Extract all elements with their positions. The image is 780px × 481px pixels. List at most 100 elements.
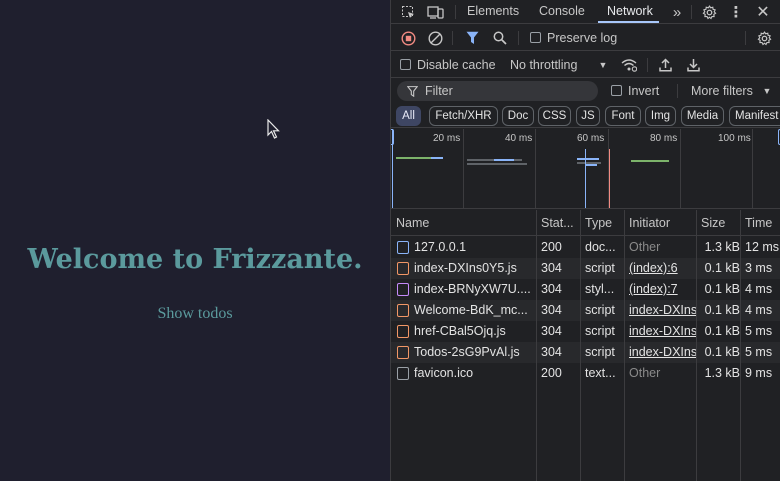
inspect-element-icon[interactable] [399, 3, 417, 21]
column-divider[interactable] [624, 210, 625, 481]
column-divider[interactable] [740, 210, 741, 481]
table-row[interactable]: Welcome-BdK_mc... 304 script index-DXIns 0.1… [391, 300, 780, 321]
network-overview-timeline[interactable]: 20 ms 40 ms 60 ms 80 ms 100 ms [391, 129, 780, 209]
waterfall-bar [577, 158, 599, 160]
divider [677, 84, 678, 98]
column-divider[interactable] [696, 210, 697, 481]
divider [452, 31, 453, 45]
cell-time: 12 ms [745, 240, 780, 254]
overview-gridline [463, 129, 464, 208]
column-status[interactable]: Stat... [541, 216, 574, 230]
tab-console[interactable]: Console [539, 4, 585, 18]
chevron-down-icon[interactable]: ▼ [761, 83, 773, 99]
search-icon[interactable] [491, 29, 509, 47]
cell-status: 304 [541, 282, 562, 296]
table-row[interactable]: favicon.ico 200 text... Other 1.3 kB 9 ms [391, 363, 780, 384]
cell-size: 0.1 kB [704, 324, 740, 338]
resource-type-filters: All Fetch/XHR Doc CSS JS Font Img Media … [391, 104, 780, 128]
chip-fetch-xhr[interactable]: Fetch/XHR [429, 106, 498, 126]
waterfall-bar [396, 157, 431, 159]
chip-doc[interactable]: Doc [502, 106, 534, 126]
column-divider[interactable] [536, 210, 537, 481]
table-row[interactable]: index-DXIns0Y5.js 304 script (index):6 0.1 k… [391, 258, 780, 279]
invert-checkbox[interactable] [611, 85, 622, 96]
tab-elements[interactable]: Elements [467, 4, 519, 18]
cell-name: href-CBal5Ojq.js [414, 324, 506, 338]
chip-all[interactable]: All [396, 106, 421, 126]
tab-network[interactable]: Network [607, 4, 653, 18]
chip-manifest[interactable]: Manifest [729, 106, 780, 126]
filter-funnel-icon[interactable] [463, 29, 481, 47]
export-har-download-icon[interactable] [684, 56, 702, 74]
script-file-icon [397, 304, 409, 317]
chip-js[interactable]: JS [576, 106, 600, 126]
more-options-icon[interactable]: ⋮ [729, 3, 744, 21]
cell-name: index-DXIns0Y5.js [414, 261, 517, 275]
column-time[interactable]: Time [745, 216, 772, 230]
disable-cache-checkbox[interactable] [400, 59, 411, 70]
cell-status: 304 [541, 303, 562, 317]
table-row[interactable]: Todos-2sG9PvAl.js 304 script index-DXIns 0.1… [391, 342, 780, 363]
cell-initiator[interactable]: index-DXIns [629, 324, 697, 338]
network-conditions-wifi-icon[interactable] [620, 56, 638, 74]
script-file-icon [397, 325, 409, 338]
cell-name: index-BRNyXW7U.... [414, 282, 531, 296]
table-row[interactable]: href-CBal5Ojq.js 304 script index-DXIns 0.1 … [391, 321, 780, 342]
overview-gridline [535, 129, 536, 208]
chip-css[interactable]: CSS [538, 106, 571, 126]
tick-label: 80 ms [650, 133, 678, 144]
script-file-icon [397, 346, 409, 359]
devtools-panel: Elements Console Network » ⋮ ✕ Preserve … [390, 0, 780, 481]
column-size[interactable]: Size [701, 216, 725, 230]
more-tabs-chevron-icon[interactable]: » [669, 3, 685, 21]
tick-label: 40 ms [505, 133, 533, 144]
settings-gear-icon[interactable] [700, 3, 718, 21]
show-todos-link[interactable]: Show todos [0, 305, 390, 323]
cell-time: 5 ms [745, 324, 773, 338]
filter-placeholder: Filter [425, 84, 453, 98]
disable-cache-label: Disable cache [417, 58, 496, 72]
cell-initiator[interactable]: index-DXIns [629, 303, 697, 317]
filter-funnel-small-icon [406, 84, 418, 98]
cell-size: 1.3 kB [704, 366, 740, 380]
table-row[interactable]: 127.0.0.1 200 doc... Other 1.3 kB 12 ms [391, 237, 780, 258]
cell-name: favicon.ico [414, 366, 474, 380]
table-row[interactable]: index-BRNyXW7U.... 304 styl... (index):7 0.1… [391, 279, 780, 300]
cell-size: 0.1 kB [704, 345, 740, 359]
cell-initiator[interactable]: index-DXIns [629, 345, 697, 359]
more-filters-dropdown[interactable]: More filters [691, 84, 753, 98]
overview-gridline [680, 129, 681, 208]
generic-file-icon [397, 367, 409, 380]
cell-status: 200 [541, 240, 562, 254]
chip-font[interactable]: Font [605, 106, 641, 126]
cell-type: script [585, 303, 615, 317]
column-type[interactable]: Type [585, 216, 612, 230]
tick-label: 100 ms [718, 133, 751, 144]
record-stop-icon[interactable] [399, 29, 417, 47]
clear-log-icon[interactable] [426, 29, 444, 47]
network-settings-gear-icon[interactable] [755, 29, 773, 47]
cell-initiator[interactable]: (index):6 [629, 261, 697, 275]
waterfall-bar [585, 164, 597, 166]
active-tab-indicator [598, 21, 659, 23]
device-toolbar-icon[interactable] [426, 3, 444, 21]
cell-name: Welcome-BdK_mc... [414, 303, 528, 317]
column-initiator[interactable]: Initiator [629, 216, 670, 230]
throttling-select[interactable]: No throttling [510, 58, 577, 72]
cell-status: 200 [541, 366, 562, 380]
overview-gridline [752, 129, 753, 208]
preserve-log-checkbox[interactable] [530, 32, 541, 43]
load-event-marker [609, 149, 610, 208]
chip-media[interactable]: Media [681, 106, 724, 126]
chevron-down-icon[interactable]: ▼ [597, 57, 609, 73]
cell-initiator[interactable]: (index):7 [629, 282, 697, 296]
close-devtools-icon[interactable]: ✕ [755, 3, 771, 21]
column-divider[interactable] [580, 210, 581, 481]
cell-type: script [585, 261, 615, 275]
import-har-upload-icon[interactable] [656, 56, 674, 74]
filter-input[interactable]: Filter [397, 81, 598, 101]
cell-type: script [585, 345, 615, 359]
waterfall-bar [467, 163, 527, 165]
column-name[interactable]: Name [396, 216, 429, 230]
chip-img[interactable]: Img [645, 106, 676, 126]
